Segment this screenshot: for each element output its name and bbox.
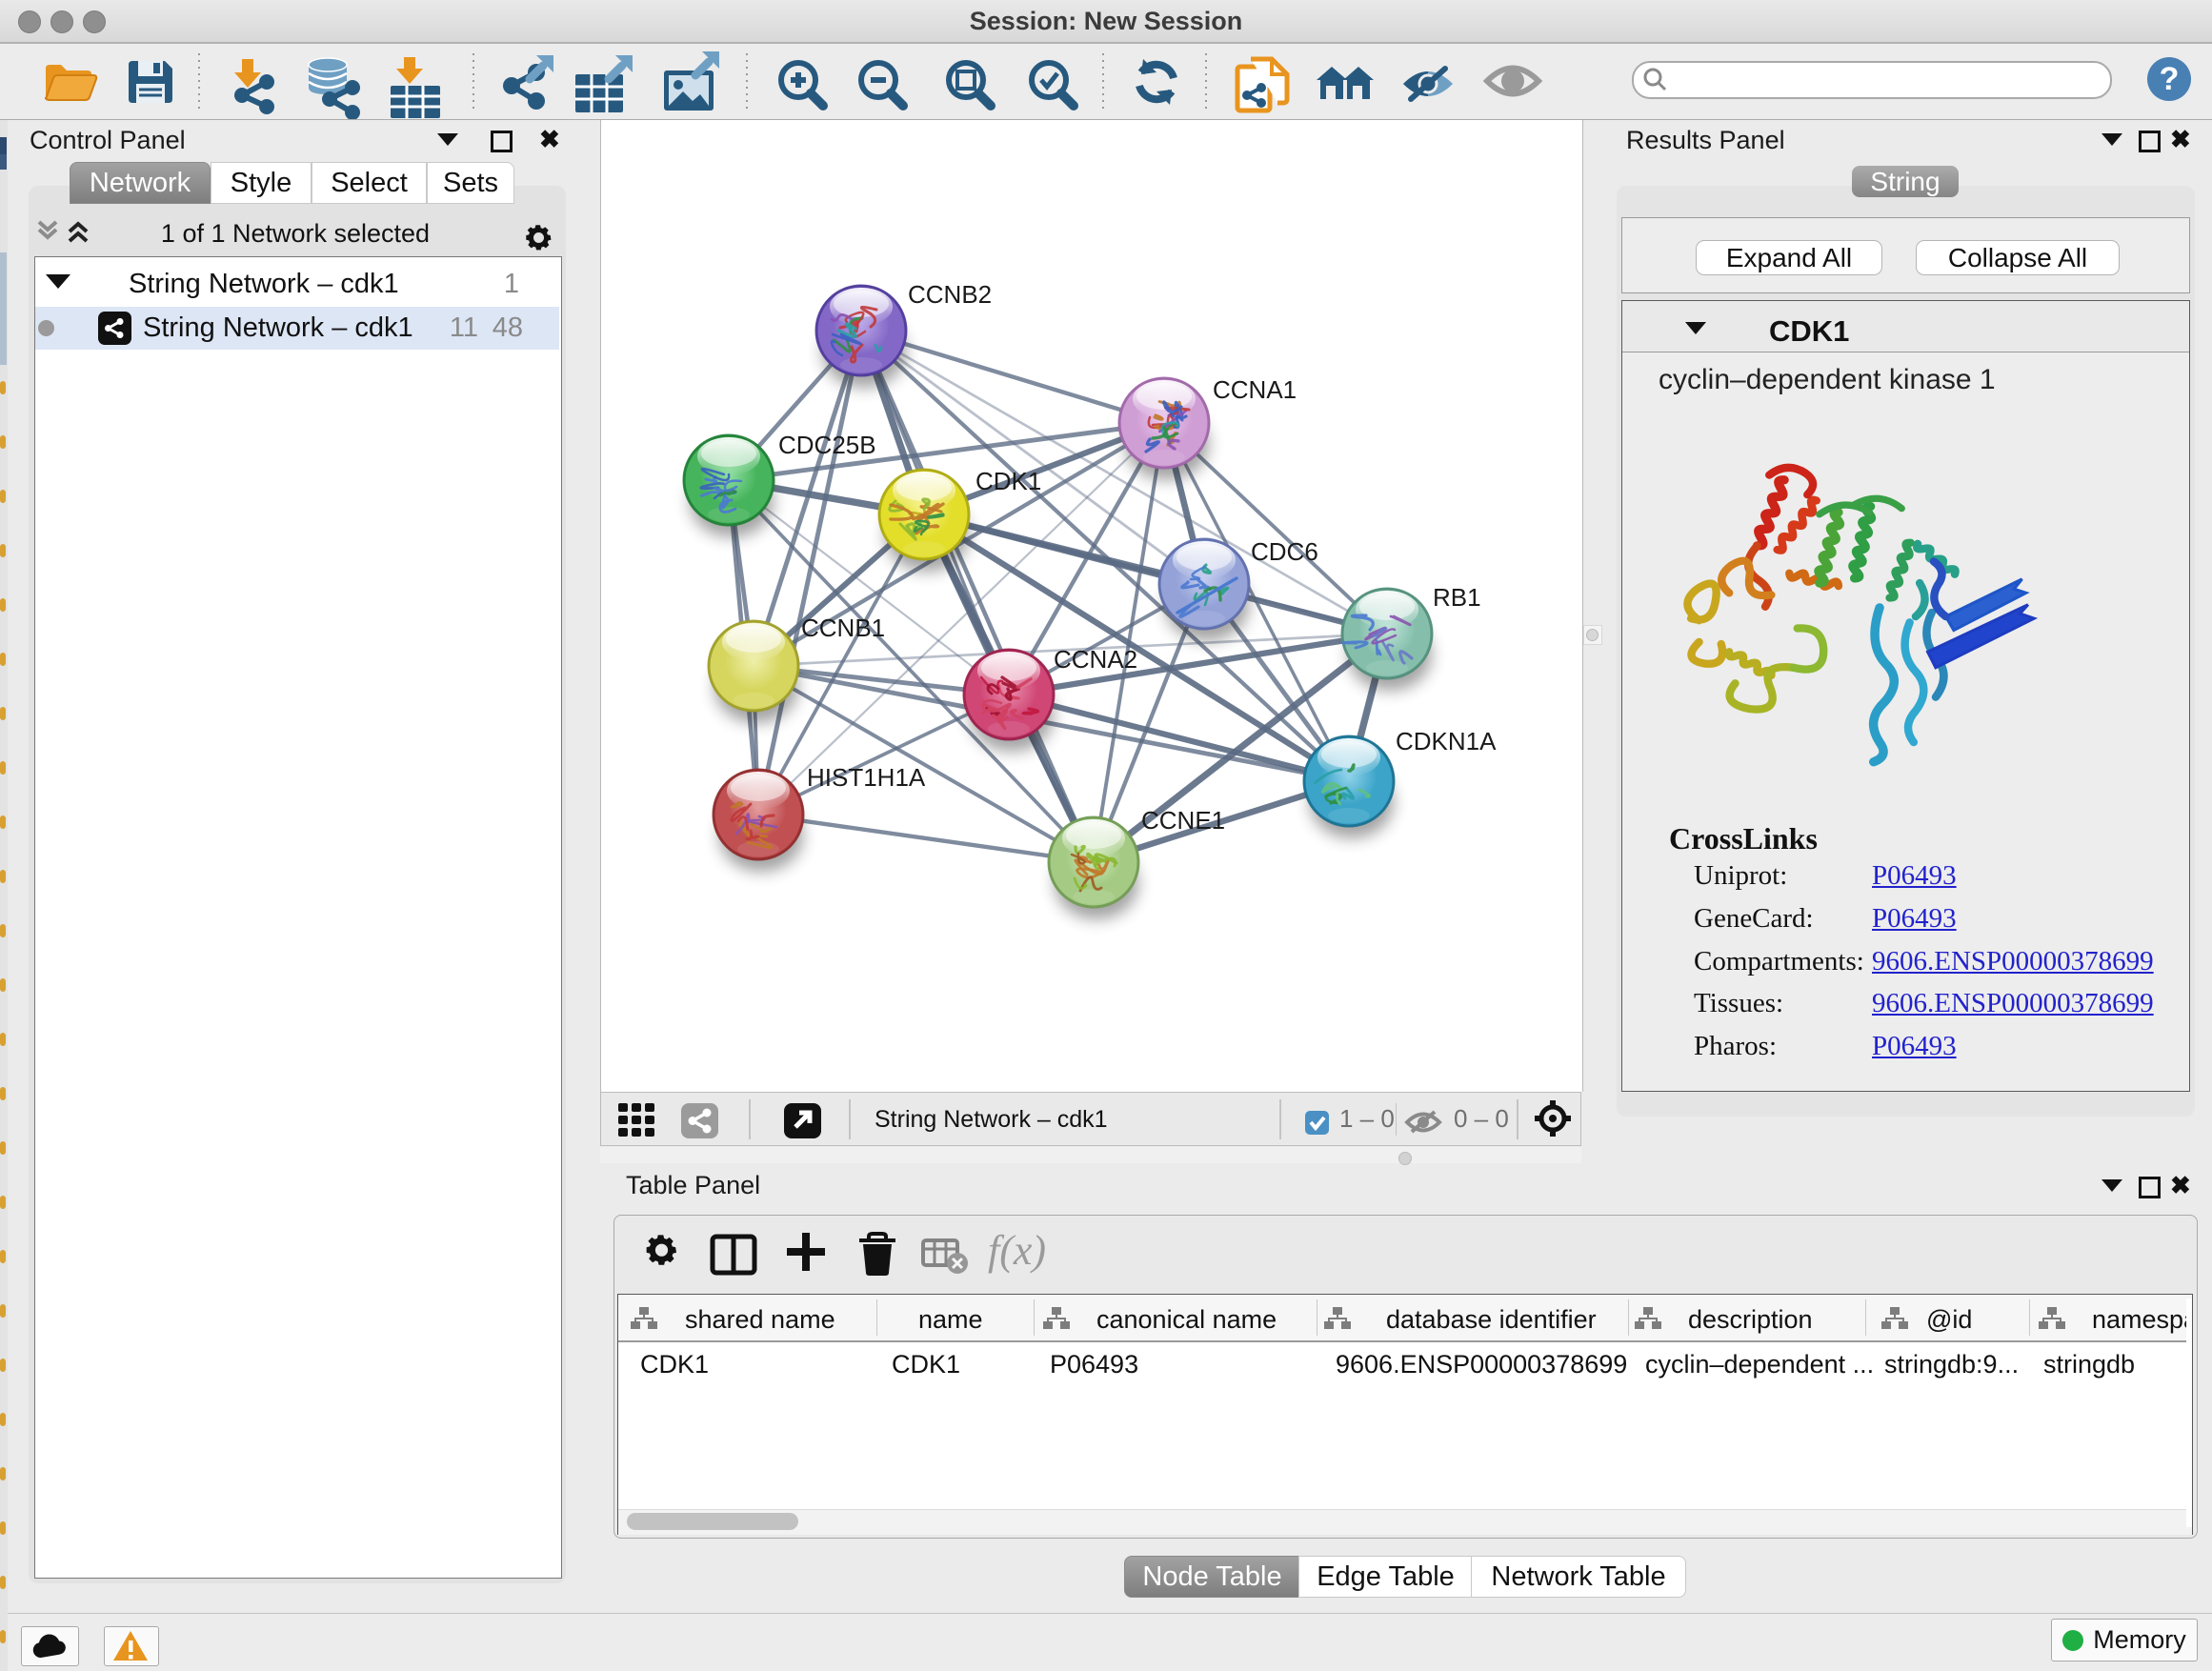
svg-text:CCNB2: CCNB2 bbox=[908, 280, 992, 309]
svg-text:CCNE1: CCNE1 bbox=[1141, 806, 1225, 835]
svg-text:CDC6: CDC6 bbox=[1251, 537, 1318, 566]
svg-text:CCNA2: CCNA2 bbox=[1054, 645, 1137, 674]
svg-text:String Network – cdk1: String Network – cdk1 bbox=[875, 1106, 1108, 1133]
svg-text:f(x): f(x) bbox=[988, 1227, 1046, 1274]
svg-text:1 – 0: 1 – 0 bbox=[1339, 1104, 1395, 1133]
svg-text:HIST1H1A: HIST1H1A bbox=[807, 763, 926, 792]
svg-text:RB1: RB1 bbox=[1433, 583, 1481, 612]
svg-text:CCNB1: CCNB1 bbox=[801, 614, 885, 642]
svg-text:CDC25B: CDC25B bbox=[778, 431, 876, 459]
svg-text:0 – 0: 0 – 0 bbox=[1454, 1104, 1509, 1133]
svg-text:CDK1: CDK1 bbox=[975, 467, 1041, 495]
svg-text:CDKN1A: CDKN1A bbox=[1396, 727, 1497, 755]
svg-text:CCNA1: CCNA1 bbox=[1213, 375, 1297, 404]
